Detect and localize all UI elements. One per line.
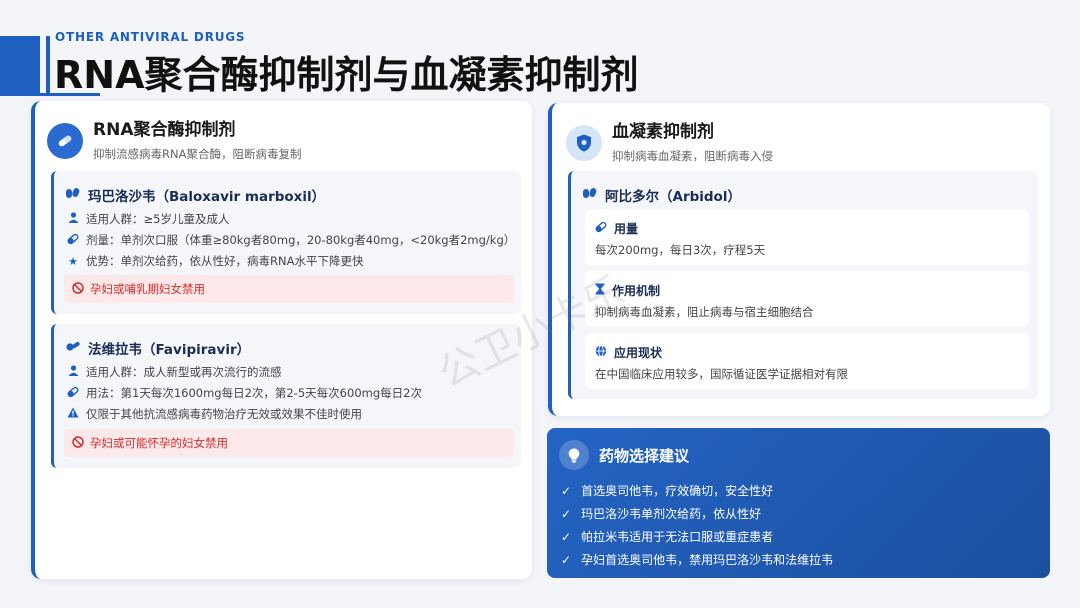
hemagglutinin-card: 血凝素抑制剂 抑制病毒血凝素，阻断病毒入侵 阿比多尔（Arbidol） 用量 每…	[548, 103, 1050, 416]
page-title: RNA聚合酶抑制剂与血凝素抑制剂	[54, 53, 639, 97]
warning-icon	[66, 407, 80, 421]
ban-icon	[72, 281, 84, 297]
drug-info-line: 用法：第1天每次1600mg每日2次，第2-5天每次600mg每日2次	[66, 385, 422, 401]
header-accent-block	[0, 36, 40, 96]
check-icon: ✓	[561, 529, 572, 544]
mechanism-section: 作用机制 抑制病毒血凝素，阻止病毒与宿主细胞结合	[585, 271, 1029, 327]
drug-info-line: 仅限于其他抗流感病毒药物治疗无效或效果不佳时使用	[66, 406, 362, 422]
check-icon: ✓	[561, 483, 572, 498]
star-icon: ★	[68, 254, 78, 268]
check-icon: ✓	[561, 506, 572, 521]
drug-info-line: ★ 优势：单剂次给药，依从性好，病毒RNA水平下降更快	[66, 253, 363, 269]
card-header: 血凝素抑制剂 抑制病毒血凝素，阻断病毒入侵	[566, 121, 773, 164]
capsules-icon	[66, 187, 80, 203]
card-title: 血凝素抑制剂	[612, 122, 714, 142]
capsule-icon	[66, 386, 80, 401]
application-section: 应用现状 在中国临床应用较多，国际循证医学证据相对有限	[585, 333, 1029, 389]
dosage-section: 用量 每次200mg，每日3次，疗程5天	[585, 209, 1029, 265]
globe-icon	[595, 345, 607, 360]
contraindication-warning: 孕妇或可能怀孕的妇女禁用	[64, 429, 514, 457]
card-title: RNA聚合酶抑制剂	[93, 120, 236, 140]
card-subtitle: 抑制流感病毒RNA聚合酶，阻断病毒复制	[93, 147, 302, 161]
contraindication-warning: 孕妇或哺乳期妇女禁用	[64, 275, 514, 303]
capsule-icon	[66, 233, 80, 248]
ban-icon	[72, 435, 84, 451]
drug-info-line: 剂量：单剂次口服（体重≥80kg者80mg，20-80kg者40mg，<20kg…	[66, 232, 515, 248]
shield-virus-icon	[566, 124, 602, 161]
drug-name: 玛巴洛沙韦（Baloxavir marboxil）	[88, 189, 326, 205]
drug-favipiravir: 法维拉韦（Favipiravir） 适用人群：成人新型或再次流行的流感 用法：第…	[51, 324, 521, 468]
capsules-icon	[583, 187, 597, 203]
drug-info-line: 适用人群：≥5岁儿童及成人	[66, 211, 229, 227]
advice-item: ✓ 孕妇首选奥司他韦，禁用玛巴洛沙韦和法维拉韦	[561, 552, 834, 568]
card-subtitle: 抑制病毒血凝素，阻断病毒入侵	[612, 149, 773, 163]
hourglass-icon	[595, 283, 605, 298]
section-eyebrow: OTHER ANTIVIRAL DRUGS	[55, 30, 246, 44]
drug-name: 阿比多尔（Arbidol）	[605, 189, 741, 205]
advice-item: ✓ 首选奥司他韦，疗效确切，安全性好	[561, 483, 774, 499]
rna-polymerase-card: RNA聚合酶抑制剂 抑制流感病毒RNA聚合酶，阻断病毒复制 玛巴洛沙韦（Balo…	[31, 101, 532, 579]
advice-item: ✓ 帕拉米韦适用于无法口服或重症患者	[561, 529, 774, 545]
advice-item: ✓ 玛巴洛沙韦单剂次给药，依从性好	[561, 506, 762, 522]
user-icon	[66, 365, 80, 379]
drug-name: 法维拉韦（Favipiravir）	[88, 342, 251, 358]
drug-selection-advice: 药物选择建议 ✓ 首选奥司他韦，疗效确切，安全性好 ✓ 玛巴洛沙韦单剂次给药，依…	[547, 428, 1050, 578]
tablets-icon	[66, 340, 80, 356]
check-icon: ✓	[561, 552, 572, 567]
drug-baloxavir: 玛巴洛沙韦（Baloxavir marboxil） 适用人群：≥5岁儿童及成人 …	[51, 171, 521, 314]
drug-info-line: 适用人群：成人新型或再次流行的流感	[66, 364, 282, 380]
lightbulb-icon	[559, 440, 589, 470]
drug-arbidol: 阿比多尔（Arbidol） 用量 每次200mg，每日3次，疗程5天 作用机制 …	[568, 171, 1038, 399]
capsule-icon	[595, 221, 607, 236]
advice-title: 药物选择建议	[599, 446, 690, 465]
pills-icon	[47, 122, 83, 159]
header-accent-line	[46, 36, 50, 96]
user-icon	[66, 212, 80, 226]
card-header: RNA聚合酶抑制剂 抑制流感病毒RNA聚合酶，阻断病毒复制	[47, 119, 301, 162]
